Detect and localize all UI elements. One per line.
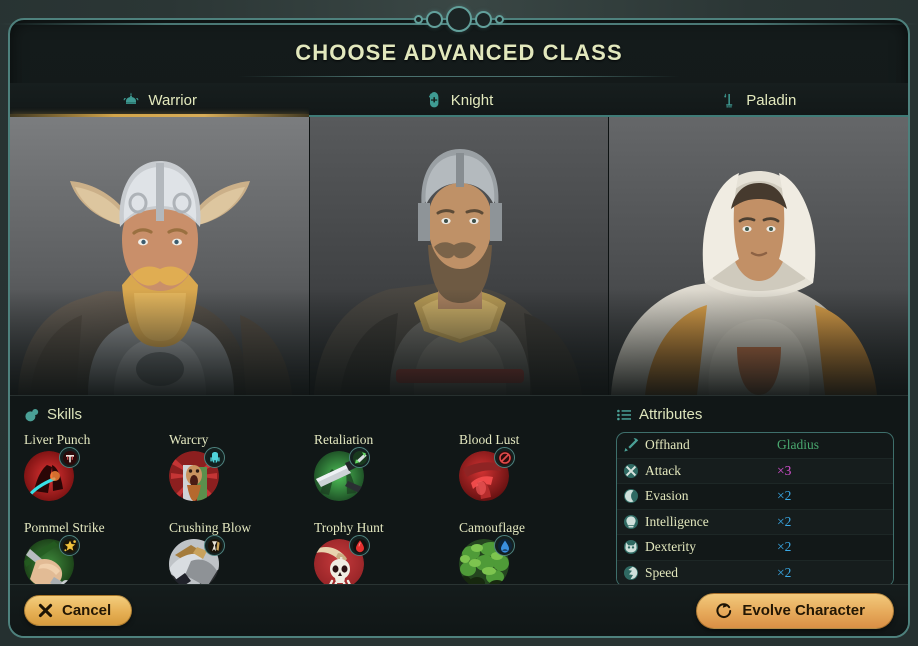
skill-name: Liver Punch	[24, 432, 91, 447]
attr-value: ×3	[777, 462, 792, 478]
attributes-table: Offhand Gladius Attack ×3 Evasion ×2 Int…	[616, 432, 894, 587]
intelligence-icon	[623, 514, 639, 530]
warrior-portrait[interactable]	[10, 117, 309, 395]
attack-icon	[623, 463, 639, 479]
crush-badge-icon	[204, 535, 225, 556]
skill-warcry[interactable]: Warcry	[169, 432, 314, 520]
tab-paladin-label: Paladin	[746, 91, 797, 109]
attr-value: Gladius	[777, 437, 819, 453]
attributes-list-icon	[616, 407, 632, 423]
evolve-character-button[interactable]: Evolve Character	[696, 592, 894, 629]
evolve-label: Evolve Character	[742, 602, 865, 619]
dialog-panel: CHOOSE ADVANCED CLASS Warrior Knight Pal…	[8, 18, 910, 638]
skill-name: Pommel Strike	[24, 520, 105, 535]
skill-blood-lust[interactable]: Blood Lust	[459, 432, 604, 520]
skills-icon	[24, 407, 40, 423]
warrior-portrait-fade	[10, 117, 309, 395]
stealth-badge-icon	[494, 535, 515, 556]
skill-name: Warcry	[169, 432, 209, 447]
tab-warrior[interactable]: Warrior	[10, 83, 310, 117]
skill-name: Blood Lust	[459, 432, 520, 447]
attr-label: Dexterity	[645, 539, 696, 555]
attributes-heading-label: Attributes	[639, 406, 703, 423]
table-row[interactable]: Speed ×2	[617, 560, 893, 586]
speed-icon	[623, 565, 639, 581]
paladin-portrait-fade	[609, 117, 908, 395]
page-title: CHOOSE ADVANCED CLASS	[295, 40, 623, 65]
attr-label: Speed	[645, 565, 678, 581]
title-divider	[239, 76, 679, 77]
skill-retaliation[interactable]: Retaliation	[314, 432, 459, 520]
knight-helm-icon	[425, 91, 443, 109]
knight-portrait[interactable]	[309, 117, 609, 395]
shout-badge-icon	[204, 447, 225, 468]
attr-value: ×2	[777, 513, 792, 529]
bleed-badge-icon	[494, 447, 515, 468]
attr-value: ×2	[777, 488, 792, 504]
class-tabs: Warrior Knight Paladin	[10, 83, 908, 117]
offhand-icon	[623, 437, 639, 453]
dialog-footer: Cancel Evolve Character	[10, 584, 908, 636]
cancel-button[interactable]: Cancel	[24, 595, 133, 626]
counter-badge-icon	[349, 447, 370, 468]
tab-knight[interactable]: Knight	[309, 83, 609, 117]
warrior-helm-icon	[122, 91, 140, 109]
attr-label: Attack	[645, 462, 681, 478]
attr-value: ×2	[777, 539, 792, 555]
attributes-heading: Attributes	[616, 406, 894, 423]
poison-badge-icon	[59, 447, 80, 468]
refresh-circular-icon	[715, 602, 733, 620]
evasion-icon	[623, 488, 639, 504]
advanced-class-dialog: CHOOSE ADVANCED CLASS Warrior Knight Pal…	[0, 0, 918, 646]
skills-heading-label: Skills	[47, 406, 83, 423]
skill-name: Camouflage	[459, 520, 525, 535]
tab-paladin[interactable]: Paladin	[608, 83, 908, 117]
attr-label: Evasion	[645, 488, 689, 504]
stun-badge-icon	[59, 535, 80, 556]
paladin-banner-icon	[720, 91, 738, 109]
dexterity-icon	[623, 539, 639, 555]
cancel-label: Cancel	[62, 602, 112, 619]
tab-knight-label: Knight	[450, 91, 494, 109]
close-x-icon	[38, 603, 53, 618]
attr-label: Offhand	[645, 437, 690, 453]
table-row[interactable]: Evasion ×2	[617, 484, 893, 510]
skill-name: Trophy Hunt	[314, 520, 384, 535]
blood-drop-badge-icon	[349, 535, 370, 556]
paladin-portrait[interactable]	[609, 117, 908, 395]
tab-warrior-label: Warrior	[148, 91, 197, 109]
skill-name: Crushing Blow	[169, 520, 252, 535]
skill-name: Retaliation	[314, 432, 374, 447]
attr-value: ×2	[777, 565, 792, 581]
table-row[interactable]: Dexterity ×2	[617, 535, 893, 561]
table-row[interactable]: Intelligence ×2	[617, 509, 893, 535]
class-portraits	[10, 117, 908, 395]
table-row[interactable]: Attack ×3	[617, 458, 893, 484]
knight-portrait-fade	[309, 117, 609, 395]
table-row[interactable]: Offhand Gladius	[617, 433, 893, 459]
skills-grid: Liver Punch Warcry Retaliation Blood Lus…	[24, 432, 610, 608]
skills-heading: Skills	[24, 406, 610, 423]
attr-label: Intelligence	[645, 513, 709, 529]
skill-liver-punch[interactable]: Liver Punch	[24, 432, 169, 520]
